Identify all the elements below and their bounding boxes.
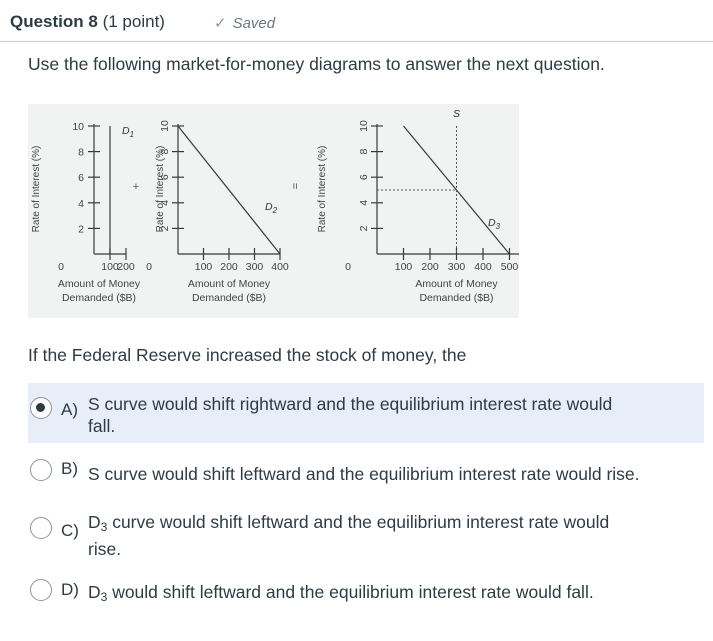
y-tick-label: 10 [358, 120, 370, 132]
equals-sign: = [290, 183, 302, 189]
y-tick-label: 10 [72, 121, 84, 133]
option-a-letter: A) [61, 400, 78, 419]
option-c-line2: rise. [88, 539, 122, 559]
y-tick-label: 2 [78, 223, 84, 235]
option-d-letter: D) [61, 580, 79, 599]
x-tick-label: 100 [395, 261, 413, 273]
y-tick-label: 2 [358, 225, 370, 231]
x-tick-label: 500 [501, 261, 519, 273]
saved-status: ✓ Saved [214, 14, 275, 32]
option-d-line1-rest: would shift leftward and the equilibrium… [107, 582, 594, 602]
header-divider [0, 41, 713, 42]
y-axis-label: Rate of Interest (%) [31, 146, 42, 233]
question-stem: If the Federal Reserve increased the sto… [28, 345, 467, 365]
question-prompt: Use the following market-for-money diagr… [28, 54, 605, 74]
question-header: Question 8 (1 point) [10, 12, 165, 32]
option-c-line1: D3 curve would shift leftward and the eq… [88, 511, 609, 538]
d3-label: D [88, 582, 101, 602]
option-a-line1: S curve would shift rightward and the eq… [88, 394, 613, 414]
option-b-letter: B) [61, 459, 78, 478]
y-tick-label: 8 [358, 149, 370, 155]
x-tick-label: 100 [195, 261, 213, 273]
option-b-radio[interactable] [30, 459, 52, 481]
y-tick-label: 4 [78, 198, 84, 210]
x-axis-label-line1: Amount of Money [415, 278, 498, 290]
option-c-letter: C) [61, 521, 79, 540]
d3-label: D [88, 512, 101, 532]
option-a-line2: fall. [88, 416, 116, 436]
money-market-figure: 2 4 6 8 10 Rate of Interest (%) 0 100 200 Amount … [28, 104, 519, 318]
y-tick-label: 8 [78, 147, 84, 159]
y-axis-label: Rate of Interest (%) [155, 146, 166, 233]
option-c-radio[interactable] [30, 517, 52, 539]
x-tick-label: 200 [220, 261, 238, 273]
x-tick-label: 0 [58, 261, 64, 273]
checkmark-icon: ✓ [214, 15, 227, 32]
option-d-radio[interactable] [30, 579, 52, 601]
option-c-text: D3 curve would shift leftward and the eq… [88, 511, 609, 560]
x-tick-label: 400 [474, 261, 492, 273]
x-tick-label: 0 [146, 261, 152, 273]
option-b-text: S curve would shift leftward and the equ… [88, 464, 640, 484]
x-tick-label: 400 [271, 261, 289, 273]
d1-label: D1 [122, 125, 134, 139]
question-number: Question 8 [10, 12, 98, 31]
x-tick-label: 200 [117, 261, 135, 273]
s-label: S [453, 108, 460, 120]
radio-selected-dot [36, 403, 45, 412]
x-tick-label: 300 [448, 261, 466, 273]
y-tick-label: 10 [159, 120, 171, 132]
x-axis-label-line2: Demanded ($B) [62, 292, 136, 304]
x-tick-label: 200 [421, 261, 439, 273]
x-axis-label-line1: Amount of Money [188, 278, 271, 290]
plus-sign: + [133, 181, 139, 193]
option-a-radio[interactable] [30, 397, 52, 419]
y-axis-label: Rate of Interest (%) [317, 146, 328, 233]
series-line-d2 [177, 125, 281, 255]
option-a[interactable]: A) S curve would shift rightward and the… [28, 383, 704, 443]
x-axis-label-line2: Demanded ($B) [419, 292, 493, 304]
question-points: (1 point) [102, 12, 165, 31]
x-axis-label-line1: Amount of Money [58, 278, 141, 290]
x-tick-label: 0 [345, 261, 351, 273]
x-axis-label-line2: Demanded ($B) [192, 292, 266, 304]
d2-label: D2 [265, 201, 278, 215]
y-tick-label: 6 [78, 172, 84, 184]
option-d-text: D3 would shift leftward and the equilibr… [88, 581, 594, 608]
option-a-text: S curve would shift rightward and the eq… [88, 393, 612, 437]
option-c-line1-rest: curve would shift leftward and the equil… [107, 512, 610, 532]
x-tick-label: 300 [246, 261, 264, 273]
option-c[interactable]: C) D3 curve would shift leftward and the… [28, 506, 704, 564]
money-market-diagrams: 246810Rate of Interest (%)0 100200Amount … [31, 108, 519, 304]
option-b[interactable]: B) S curve would shift leftward and the … [28, 453, 704, 493]
saved-label: Saved [232, 15, 276, 32]
y-tick-label: 4 [358, 200, 370, 206]
option-d[interactable]: D) D3 would shift leftward and the equil… [28, 576, 704, 610]
d3-label: D3 [488, 217, 501, 231]
y-tick-label: 6 [358, 174, 370, 180]
